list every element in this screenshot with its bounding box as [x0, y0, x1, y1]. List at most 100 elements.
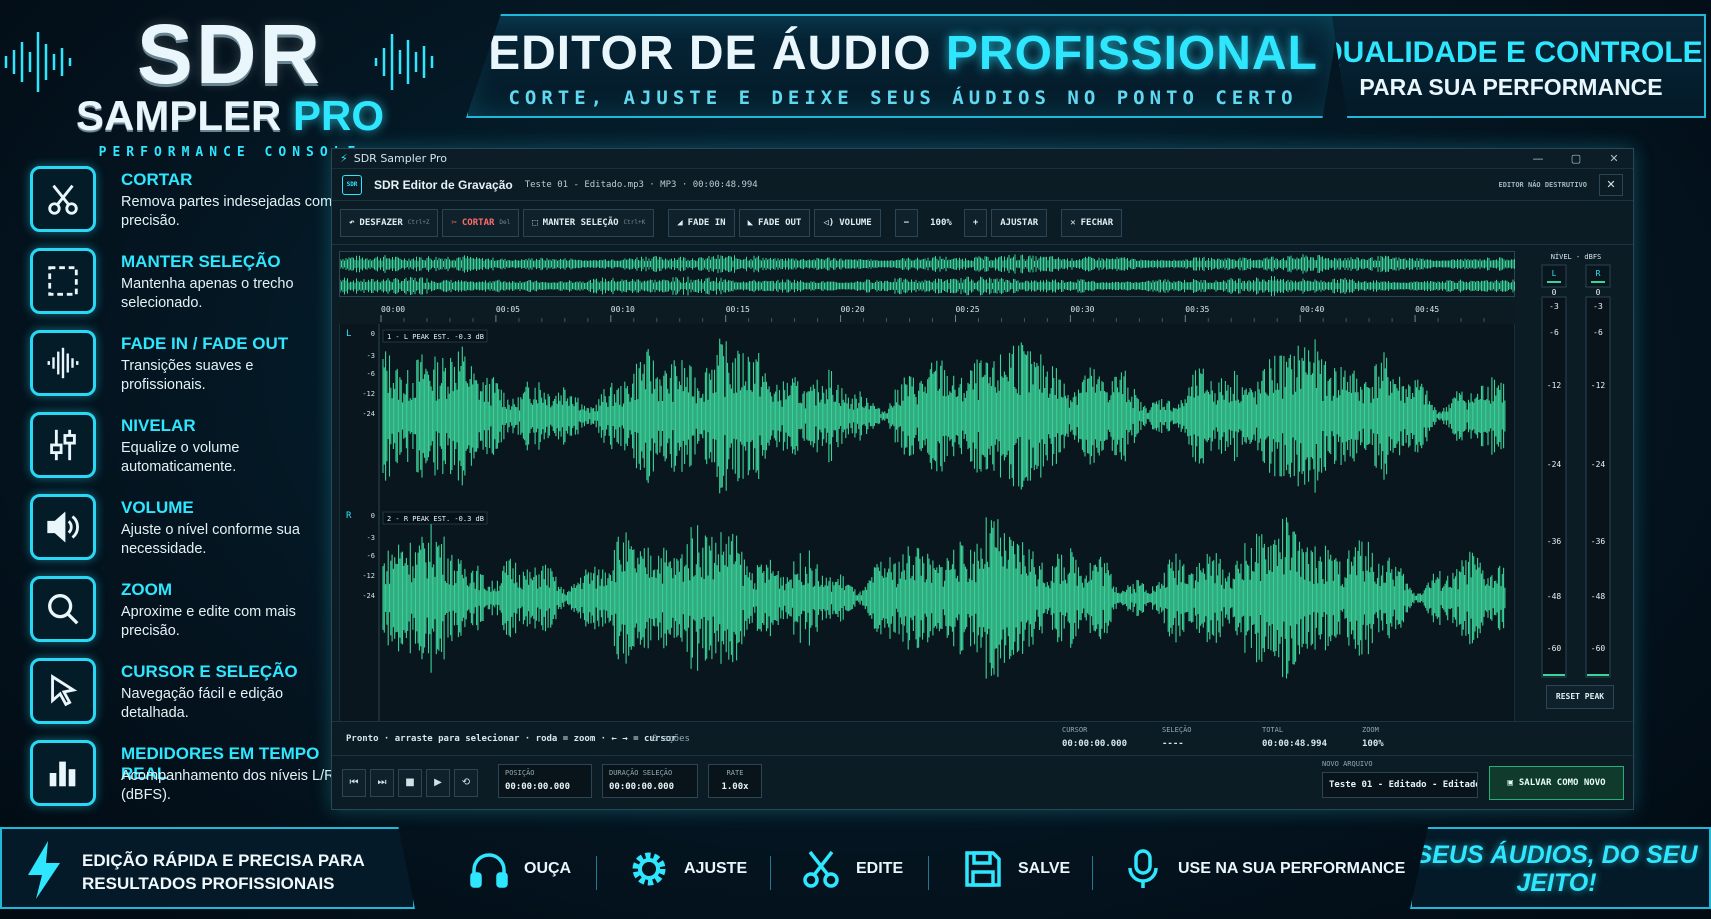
meter-scale-label: -60: [1591, 644, 1606, 653]
zoom-status-value: 100%: [1362, 739, 1384, 749]
editor-close-button[interactable]: ✕: [1599, 173, 1623, 196]
meter-scale-label: -6: [1549, 328, 1559, 337]
headline-title: EDITOR DE ÁUDIO PROFISSIONAL: [468, 26, 1338, 82]
play-button[interactable]: ▶: [426, 769, 450, 797]
feature-keep-selection: MANTER SELEÇÃO Mantenha apenas o trecho …: [28, 244, 328, 326]
undo-button[interactable]: ↶ DESFAZER Ctrl+Z: [340, 208, 439, 237]
step-edit: EDITE: [800, 848, 903, 890]
feature-title: MANTER SELEÇÃO: [121, 252, 281, 271]
feature-meters: MEDIDORES EM TEMPO REAL Acompanhamento d…: [28, 736, 335, 818]
reset-peak-button[interactable]: RESET PEAK: [1546, 685, 1614, 709]
step-save: SALVE: [962, 848, 1070, 890]
track-label: 2 - R PEAK EST. -0.3 dB: [387, 515, 484, 523]
feature-desc: Mantenha apenas o trecho selecionado.: [121, 276, 294, 311]
lightning-icon: [28, 841, 60, 899]
timeline-tick: 00:25: [955, 305, 979, 314]
maximize-button[interactable]: ▢: [1557, 152, 1595, 165]
quality-line-1: QUALIDADE E CONTROLE: [1319, 36, 1703, 69]
step-adjust: AJUSTE: [628, 848, 747, 890]
step-label: OUÇA: [524, 860, 572, 877]
undo-label: DESFAZER: [359, 217, 403, 228]
gear-icon: [632, 852, 666, 886]
meter-scale-label: -3: [1549, 302, 1559, 311]
duration-label: DURAÇÃO SELEÇÃO: [609, 769, 673, 777]
feature-cursor: CURSOR E SELEÇÃO Navegação fácil e ediçã…: [28, 654, 328, 736]
feature-fade: FADE IN / FADE OUT Transições suaves e p…: [28, 326, 328, 408]
duration-readout: DURAÇÃO SELEÇÃO 00:00:00.000: [602, 764, 698, 798]
window-controls: — ▢ ✕: [1519, 152, 1633, 165]
meter-fill: [1587, 674, 1609, 676]
step-label: SALVE: [1018, 860, 1071, 877]
meter-scale-label: -36: [1547, 537, 1562, 546]
loop-button[interactable]: ⟲: [454, 769, 478, 797]
feature-cut: CORTAR Remova partes indesejadas com pre…: [28, 162, 332, 244]
stop-button[interactable]: ■: [398, 769, 422, 797]
undo-icon: ↶: [349, 217, 355, 228]
db-scale-label: -12: [362, 572, 375, 580]
zoom-in-button[interactable]: +: [963, 208, 988, 237]
feature-title: ZOOM: [121, 580, 172, 599]
quality-banner: QUALIDADE E CONTROLE PARA SUA PERFORMANC…: [1319, 14, 1706, 118]
sdr-badge: SDR: [342, 174, 362, 195]
minimize-button[interactable]: —: [1519, 152, 1557, 165]
meter-channel-label: L: [1552, 269, 1557, 278]
speaker-icon: [30, 494, 96, 560]
editor-title: SDR Editor de Gravação: [374, 177, 513, 192]
rate-readout: RATE 1.00x: [708, 764, 762, 798]
meter-scale-label: -12: [1547, 381, 1562, 390]
main-waveform[interactable]: 00:00 00:05 00:10 00:15 00:20 00:25 00:30 00:35…: [338, 301, 1516, 723]
volume-button[interactable]: ◁) VOLUME: [814, 208, 881, 237]
meter-title: NÍVEL - dBFS: [1551, 252, 1602, 261]
meter-channel-label: R: [1596, 269, 1601, 278]
footer-left-panel: EDIÇÃO RÁPIDA E PRECISA PARA RESULTADOS …: [0, 827, 415, 909]
feature-desc: Transições suaves e profissionais.: [121, 358, 254, 393]
feature-desc: Aproxime e edite com mais precisão.: [121, 604, 296, 639]
fade-out-button[interactable]: ◣ FADE OUT: [738, 208, 811, 237]
app-icon: ⚡: [340, 152, 348, 165]
db-scale-label: -12: [362, 390, 375, 398]
headline-banner: EDITOR DE ÁUDIO PROFISSIONAL CORTE, AJUS…: [466, 14, 1340, 118]
page: SDR SAMPLER PRO PERFORMANCE CONSOLE EDIT…: [0, 0, 1711, 919]
save-as-new-button[interactable]: ▣ SALVAR COMO NOVO: [1489, 766, 1624, 800]
zoom-value: 100%: [930, 217, 952, 228]
step-perform: USE NA SUA PERFORMANCE: [1122, 848, 1405, 890]
brand-subtitle-a: SAMPLER: [75, 92, 282, 139]
timeline-tick: 00:10: [611, 305, 635, 314]
save-as-new-label: SALVAR COMO NOVO: [1518, 778, 1606, 788]
keep-selection-label: MANTER SELEÇÃO: [542, 217, 619, 228]
zoom-out-button[interactable]: −: [894, 208, 919, 237]
db-scale-label: -24: [362, 592, 375, 600]
db-scale-label: -3: [367, 534, 375, 542]
keep-selection-button[interactable]: ⬚ MANTER SELEÇÃO Ctrl+K: [523, 208, 655, 237]
window-close-button[interactable]: ✕: [1595, 152, 1633, 165]
headphones-icon: [470, 853, 508, 888]
fit-button[interactable]: AJUSTAR: [991, 208, 1048, 237]
meter-scale-label: -60: [1547, 644, 1562, 653]
skip-to-end-button[interactable]: ⏭: [370, 769, 394, 797]
status-readouts: CURSOR 00:00:00.000 SELEÇÃO ---- TOTAL 0…: [1062, 726, 1462, 754]
fade-in-button[interactable]: ◢ FADE IN: [668, 208, 735, 237]
position-readout: POSIÇÃO 00:00:00.000: [498, 764, 592, 798]
close-editor-button[interactable]: ✕ FECHAR: [1061, 208, 1123, 237]
timeline-tick: 00:05: [496, 305, 520, 314]
selection-icon: ⬚: [532, 217, 538, 228]
cut-shortcut: Del: [499, 219, 511, 226]
new-file-input[interactable]: Teste 01 - Editado - Editado: [1322, 772, 1478, 798]
feature-zoom: ZOOM Aproxime e edite com mais precisão.: [28, 572, 328, 654]
timeline-tick: 00:45: [1415, 305, 1439, 314]
cursor-label: CURSOR: [1062, 726, 1088, 734]
rate-value: 1.00x: [721, 782, 749, 792]
timeline-tick: 00:00: [381, 305, 405, 314]
feature-level: NIVELAR Equalize o volume automaticament…: [28, 408, 328, 490]
waveform-overview[interactable]: [339, 251, 1515, 297]
skip-to-start-button[interactable]: ⏮: [342, 769, 366, 797]
floppy-icon: [965, 851, 1001, 887]
brand-logo: SDR SAMPLER PRO PERFORMANCE CONSOLE: [30, 12, 430, 160]
status-actions: 0 ações: [652, 734, 690, 744]
level-meters: NÍVEL - dBFS L R 0 0 -3 -3 -6 -6 -12 -12 -24 -24 -36 -…: [1524, 249, 1628, 749]
magnifier-icon: [30, 576, 96, 642]
undo-shortcut: Ctrl+Z: [407, 219, 430, 226]
duration-value: 00:00:00.000: [609, 782, 675, 792]
cut-button[interactable]: ✂ CORTAR Del: [442, 208, 520, 237]
footer: EDIÇÃO RÁPIDA E PRECISA PARA RESULTADOS …: [0, 822, 1711, 919]
